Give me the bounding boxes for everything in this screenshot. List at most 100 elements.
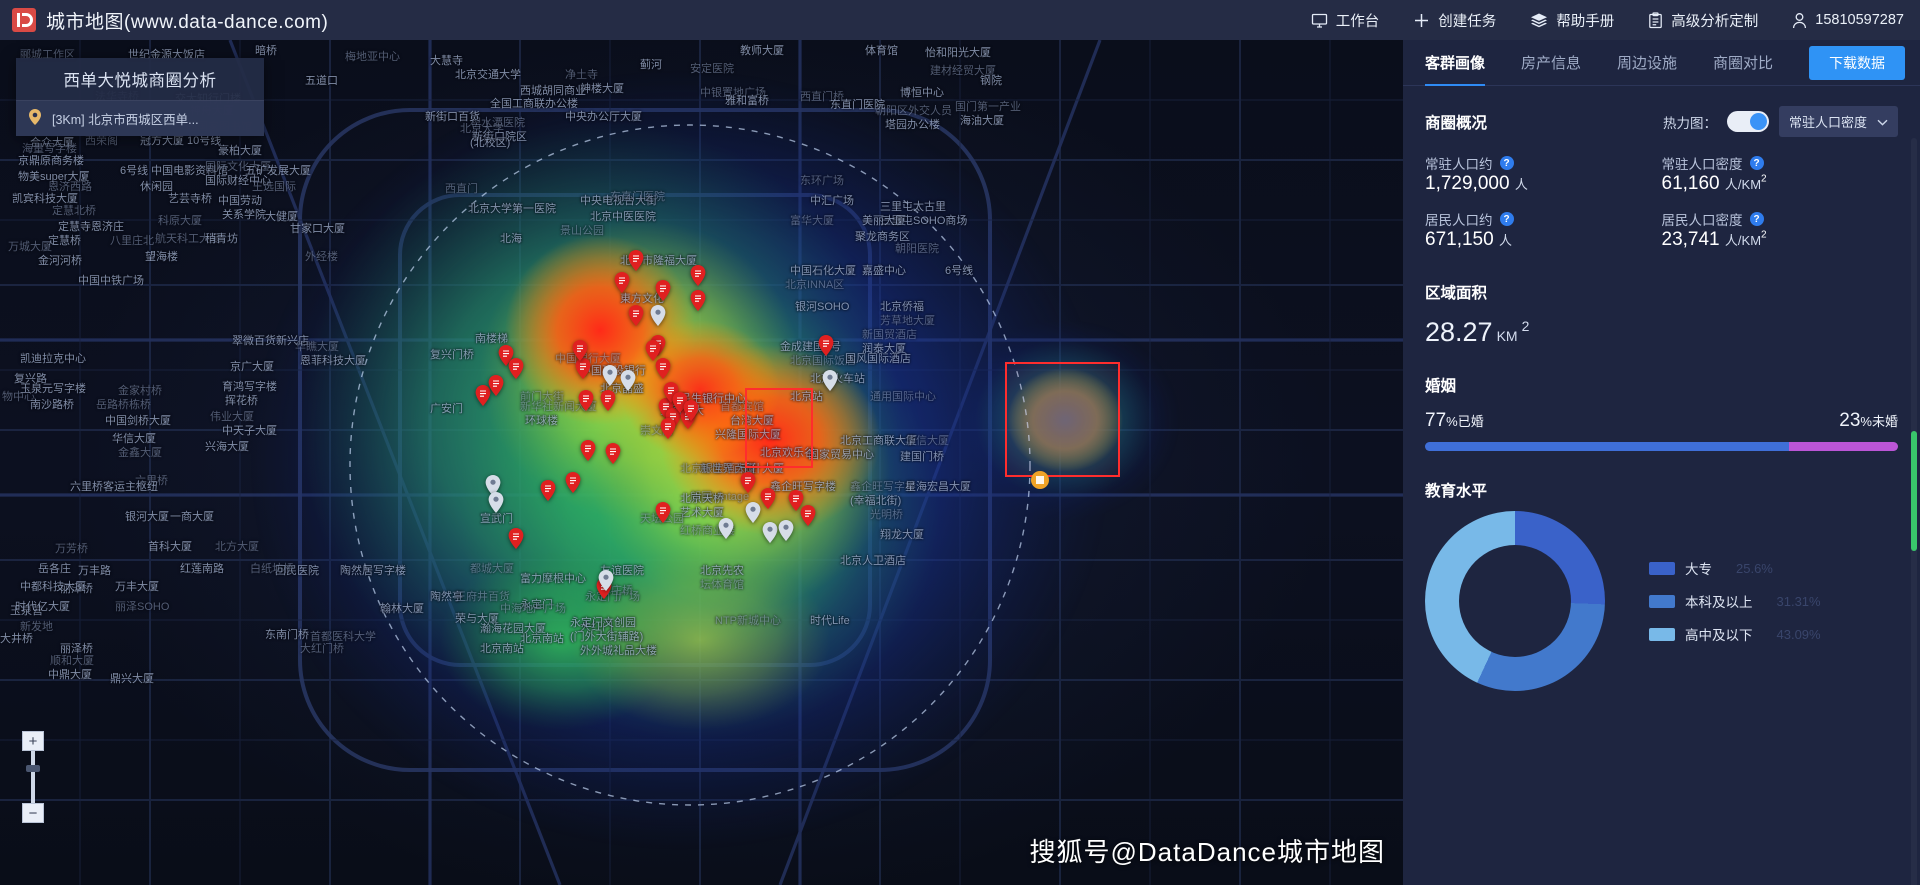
overview-stats: 常驻人口约 ? 1,729,000 人 常驻人口密度 ? 61,160 人/KM…	[1425, 153, 1898, 257]
stat-number: 671,150	[1425, 229, 1494, 250]
map-marker-red[interactable]	[628, 305, 644, 326]
map-marker-red[interactable]	[578, 390, 594, 411]
map-zoom-control[interactable]: + −	[22, 731, 44, 823]
poi-label: 星海宏昌大厦	[905, 481, 971, 493]
heatmap-label: 热力图：	[1662, 115, 1717, 131]
selection-box-center[interactable]	[745, 388, 813, 468]
map-marker-gray[interactable]	[598, 570, 614, 591]
map-marker-red[interactable]	[600, 390, 616, 411]
map-marker-red[interactable]	[690, 265, 706, 286]
map-canvas[interactable]: 郦城工作区 世纪金源大饭店 暗桥 梅地亚中心 大慧寺 北京交通大学 净土寺 蓟河 教师大厦 安定医…	[0, 40, 1403, 885]
nav-user-phone[interactable]: 15810597287	[1792, 12, 1904, 29]
map-marker-red[interactable]	[540, 480, 556, 501]
legend-swatch	[1649, 627, 1675, 641]
help-icon[interactable]: ?	[1749, 212, 1764, 226]
poi-label: 北方大厦	[215, 541, 259, 553]
map-marker-red[interactable]	[655, 280, 671, 301]
download-data-button[interactable]: 下载数据	[1809, 45, 1906, 80]
poi-label: 暗桥	[255, 45, 277, 57]
location-result-item[interactable]: [3Km] 北京市西城区西单...	[16, 100, 264, 136]
stat-label: 居民人口密度 ?	[1662, 209, 1899, 229]
married-value: 77%已婚	[1425, 410, 1484, 431]
poi-label: 中汇广场	[810, 195, 854, 207]
legend-item[interactable]: 本科及以上 31.31%	[1649, 591, 1821, 611]
tab-customer-profile[interactable]: 客群画像	[1425, 40, 1486, 86]
map-marker-red[interactable]	[575, 358, 591, 379]
marriage-bar-married	[1425, 442, 1790, 451]
poi-label: 定慧桥	[48, 235, 81, 247]
poi-label: 朝阳医院	[895, 243, 939, 255]
map-marker-highlight[interactable]	[1030, 470, 1049, 491]
poi-label: 翰林大厦	[380, 603, 424, 615]
map-marker-red[interactable]	[645, 340, 661, 361]
map-marker-gray[interactable]	[778, 520, 794, 541]
nav-help-manual[interactable]: 帮助手册	[1530, 10, 1614, 31]
map-marker-gray[interactable]	[718, 518, 734, 539]
tab-district-compare[interactable]: 商圈对比	[1713, 40, 1773, 86]
toggle-knob	[1749, 113, 1767, 130]
poi-label: 神楼大厦	[580, 83, 624, 95]
legend-item[interactable]: 大专 25.6%	[1649, 558, 1821, 578]
poi-label: 钢院	[980, 75, 1002, 87]
map-marker-red[interactable]	[508, 528, 524, 549]
tab-property-info[interactable]: 房产信息	[1521, 40, 1581, 86]
selection-box-right[interactable]	[1005, 362, 1120, 477]
map-marker-red[interactable]	[605, 443, 621, 464]
nav-workbench[interactable]: 工作台	[1311, 10, 1379, 31]
map-marker-red[interactable]	[488, 375, 504, 396]
map-marker-red[interactable]	[614, 272, 630, 293]
help-icon[interactable]: ?	[1499, 212, 1514, 226]
map-marker-red[interactable]	[683, 400, 699, 421]
map-marker-red[interactable]	[690, 290, 706, 311]
poi-label: 富华大厦	[790, 215, 834, 227]
heatmap-toggle[interactable]	[1726, 111, 1769, 132]
map-marker-gray[interactable]	[745, 502, 761, 523]
map-marker-red[interactable]	[655, 358, 671, 379]
map-marker-red[interactable]	[580, 440, 596, 461]
poi-label: 南楼梯	[475, 333, 508, 345]
poi-label: 华信大厦	[905, 435, 949, 447]
map-marker-red[interactable]	[800, 505, 816, 526]
map-marker-gray[interactable]	[488, 492, 504, 513]
nav-advanced-analysis[interactable]: 高级分析定制	[1648, 10, 1758, 31]
heatmap-metric-select[interactable]: 常驻人口密度	[1778, 106, 1898, 137]
zoom-slider-track[interactable]	[26, 751, 40, 803]
map-marker-red[interactable]	[508, 358, 524, 379]
poi-label: 光明桥	[870, 509, 903, 521]
legend-item[interactable]: 高中及以下 43.09%	[1649, 624, 1821, 644]
poi-label-layer: 郦城工作区 世纪金源大饭店 暗桥 梅地亚中心 大慧寺 北京交通大学 净土寺 蓟河 教师大厦 安定医…	[0, 40, 1403, 885]
map-marker-red[interactable]	[655, 502, 671, 523]
map-marker-red[interactable]	[660, 418, 676, 439]
map-marker-gray[interactable]	[650, 305, 666, 326]
poi-label: 五矿发展大厦	[245, 165, 311, 177]
map-marker-red[interactable]	[740, 472, 756, 493]
legend-label: 本科及以上	[1685, 595, 1753, 610]
map-marker-red[interactable]	[760, 488, 776, 509]
help-icon[interactable]: ?	[1499, 156, 1514, 170]
tab-nearby-facilities[interactable]: 周边设施	[1617, 40, 1677, 86]
zoom-slider-thumb[interactable]	[26, 765, 40, 772]
zoom-in-button[interactable]: +	[22, 731, 44, 751]
map-marker-gray[interactable]	[602, 365, 618, 386]
map-marker-gray[interactable]	[822, 370, 838, 391]
map-marker-red[interactable]	[628, 250, 644, 271]
panel-scrollbar-thumb[interactable]	[1911, 431, 1917, 551]
poi-label: 甘家口大厦	[290, 223, 345, 235]
top-nav: 工作台 创建任务 帮助手册 高级分析定制 15810597287	[1311, 10, 1920, 31]
map-marker-red[interactable]	[565, 472, 581, 493]
help-icon[interactable]: ?	[1749, 156, 1764, 170]
nav-create-task[interactable]: 创建任务	[1413, 10, 1496, 31]
poi-label: 翔龙大厦	[880, 529, 924, 541]
single-pct: 23	[1839, 410, 1861, 431]
stat-label: 常驻人口约 ?	[1425, 153, 1662, 173]
map-marker-red[interactable]	[818, 335, 834, 356]
poi-label: 万芳桥	[55, 543, 88, 555]
poi-label: 怡和阳光大厦	[925, 47, 991, 59]
stat-unit: 人	[1514, 177, 1528, 192]
zoom-out-button[interactable]: −	[22, 803, 44, 823]
poi-label: 时代Life	[810, 615, 850, 627]
map-marker-red[interactable]	[572, 340, 588, 361]
map-marker-gray[interactable]	[620, 370, 636, 391]
legend-value: 43.09%	[1776, 626, 1821, 642]
map-marker-gray[interactable]	[762, 522, 778, 543]
